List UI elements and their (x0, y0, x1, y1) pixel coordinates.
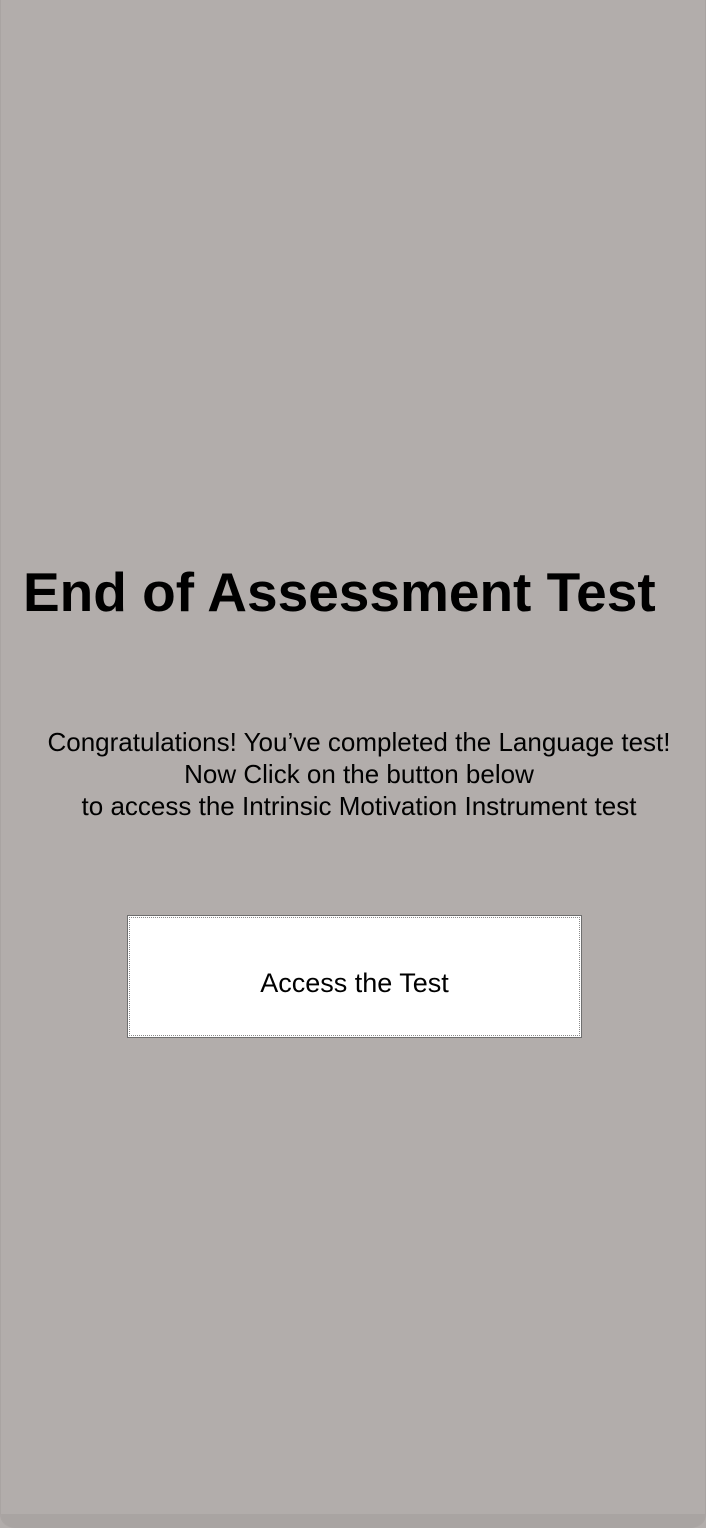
message-line-next-test: to access the Intrinsic Motivation Instr… (81, 791, 637, 821)
page-title: End of Assessment Test (23, 561, 656, 623)
bottom-edge (1, 1514, 705, 1528)
access-test-button[interactable]: Access the Test (127, 915, 582, 1038)
completion-message: Congratulations! You’ve completed the La… (11, 726, 706, 822)
message-line-instruction: Now Click on the button below (184, 759, 534, 789)
message-line-congratulations: Congratulations! You’ve completed the La… (47, 727, 671, 757)
assessment-end-screen: End of Assessment Test Congratulations! … (0, 0, 706, 1528)
